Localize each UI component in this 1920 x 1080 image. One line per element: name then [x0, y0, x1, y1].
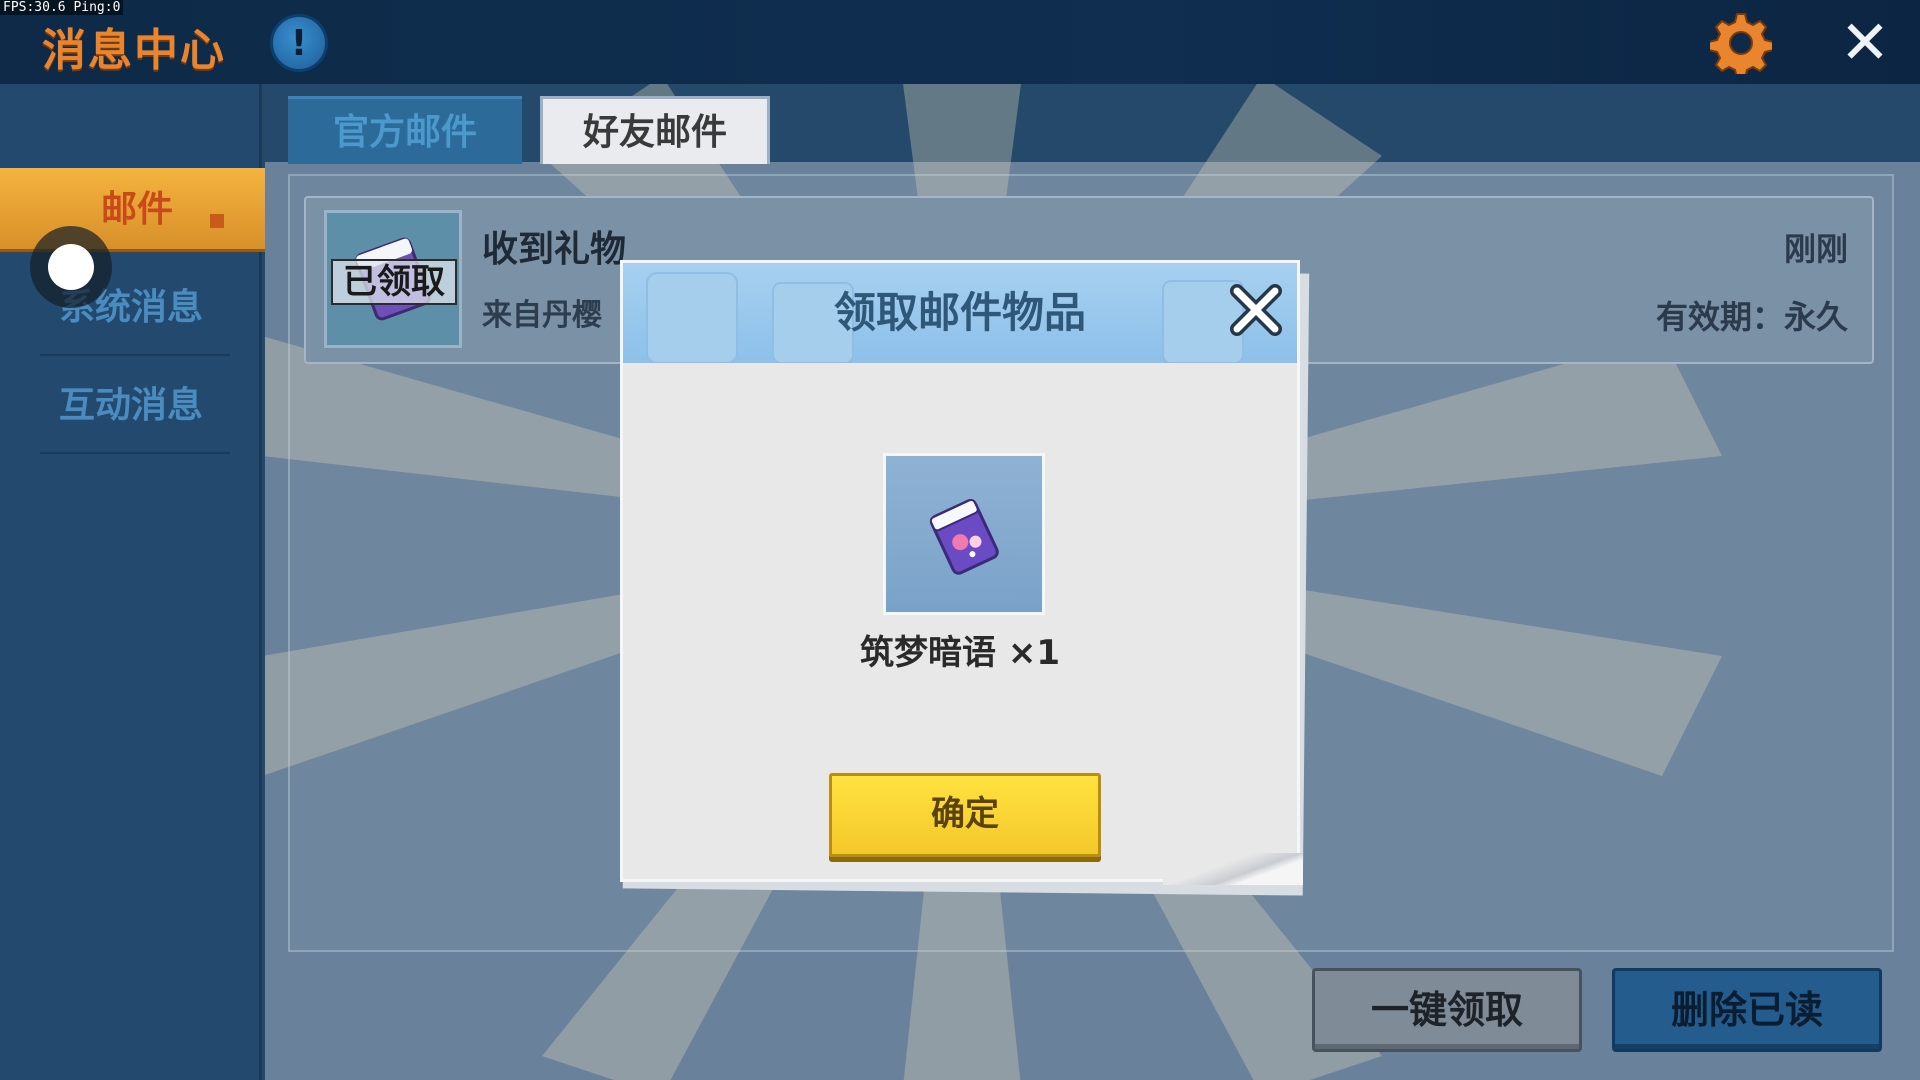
gift-icon: 已领取 [324, 210, 462, 348]
top-bar: 消息中心 ! ✕ [0, 0, 1920, 84]
tab-official-mail[interactable]: 官方邮件 [288, 96, 522, 164]
claim-all-button[interactable]: 一键领取 [1312, 968, 1582, 1052]
mail-timestamp: 刚刚 [1783, 230, 1848, 268]
dialog-header: 领取邮件物品 [623, 263, 1297, 363]
page-title: 消息中心 [42, 25, 226, 76]
close-icon[interactable] [1227, 281, 1285, 339]
mail-expiry: 有效期：永久 [1655, 298, 1848, 336]
confirm-button[interactable]: 确定 [829, 773, 1101, 857]
claimed-stamp: 已领取 [331, 259, 457, 305]
sidebar-item-interaction-messages[interactable]: 互动消息 [0, 364, 262, 448]
divider [40, 452, 230, 454]
info-icon[interactable]: ! [270, 14, 328, 72]
page-curl-decoration [1163, 853, 1303, 885]
sidebar: 邮件 系统消息 互动消息 [0, 84, 274, 1080]
unread-indicator [210, 214, 224, 228]
dialog-title: 领取邮件物品 [833, 288, 1086, 337]
dream-whisper-item-icon [929, 498, 999, 575]
divider [40, 354, 230, 356]
sidebar-item-label: 邮件 [100, 189, 173, 230]
tab-friend-mail[interactable]: 好友邮件 [540, 96, 770, 164]
delete-read-button[interactable]: 删除已读 [1612, 968, 1882, 1052]
mail-sender: 来自丹樱 [482, 298, 602, 333]
mail-title: 收到礼物 [482, 229, 627, 270]
reward-item-slot[interactable] [883, 453, 1045, 615]
gear-icon[interactable] [1708, 10, 1774, 76]
claim-items-dialog: 领取邮件物品 筑梦暗语 ×1 确定 [620, 260, 1303, 885]
fps-counter: FPS:30.6 Ping:0 [0, 0, 124, 15]
close-icon[interactable]: ✕ [1836, 13, 1894, 73]
sidebar-item-label: 互动消息 [58, 385, 203, 426]
touch-indicator [30, 226, 112, 308]
reward-item-name: 筑梦暗语 ×1 [860, 633, 1060, 673]
